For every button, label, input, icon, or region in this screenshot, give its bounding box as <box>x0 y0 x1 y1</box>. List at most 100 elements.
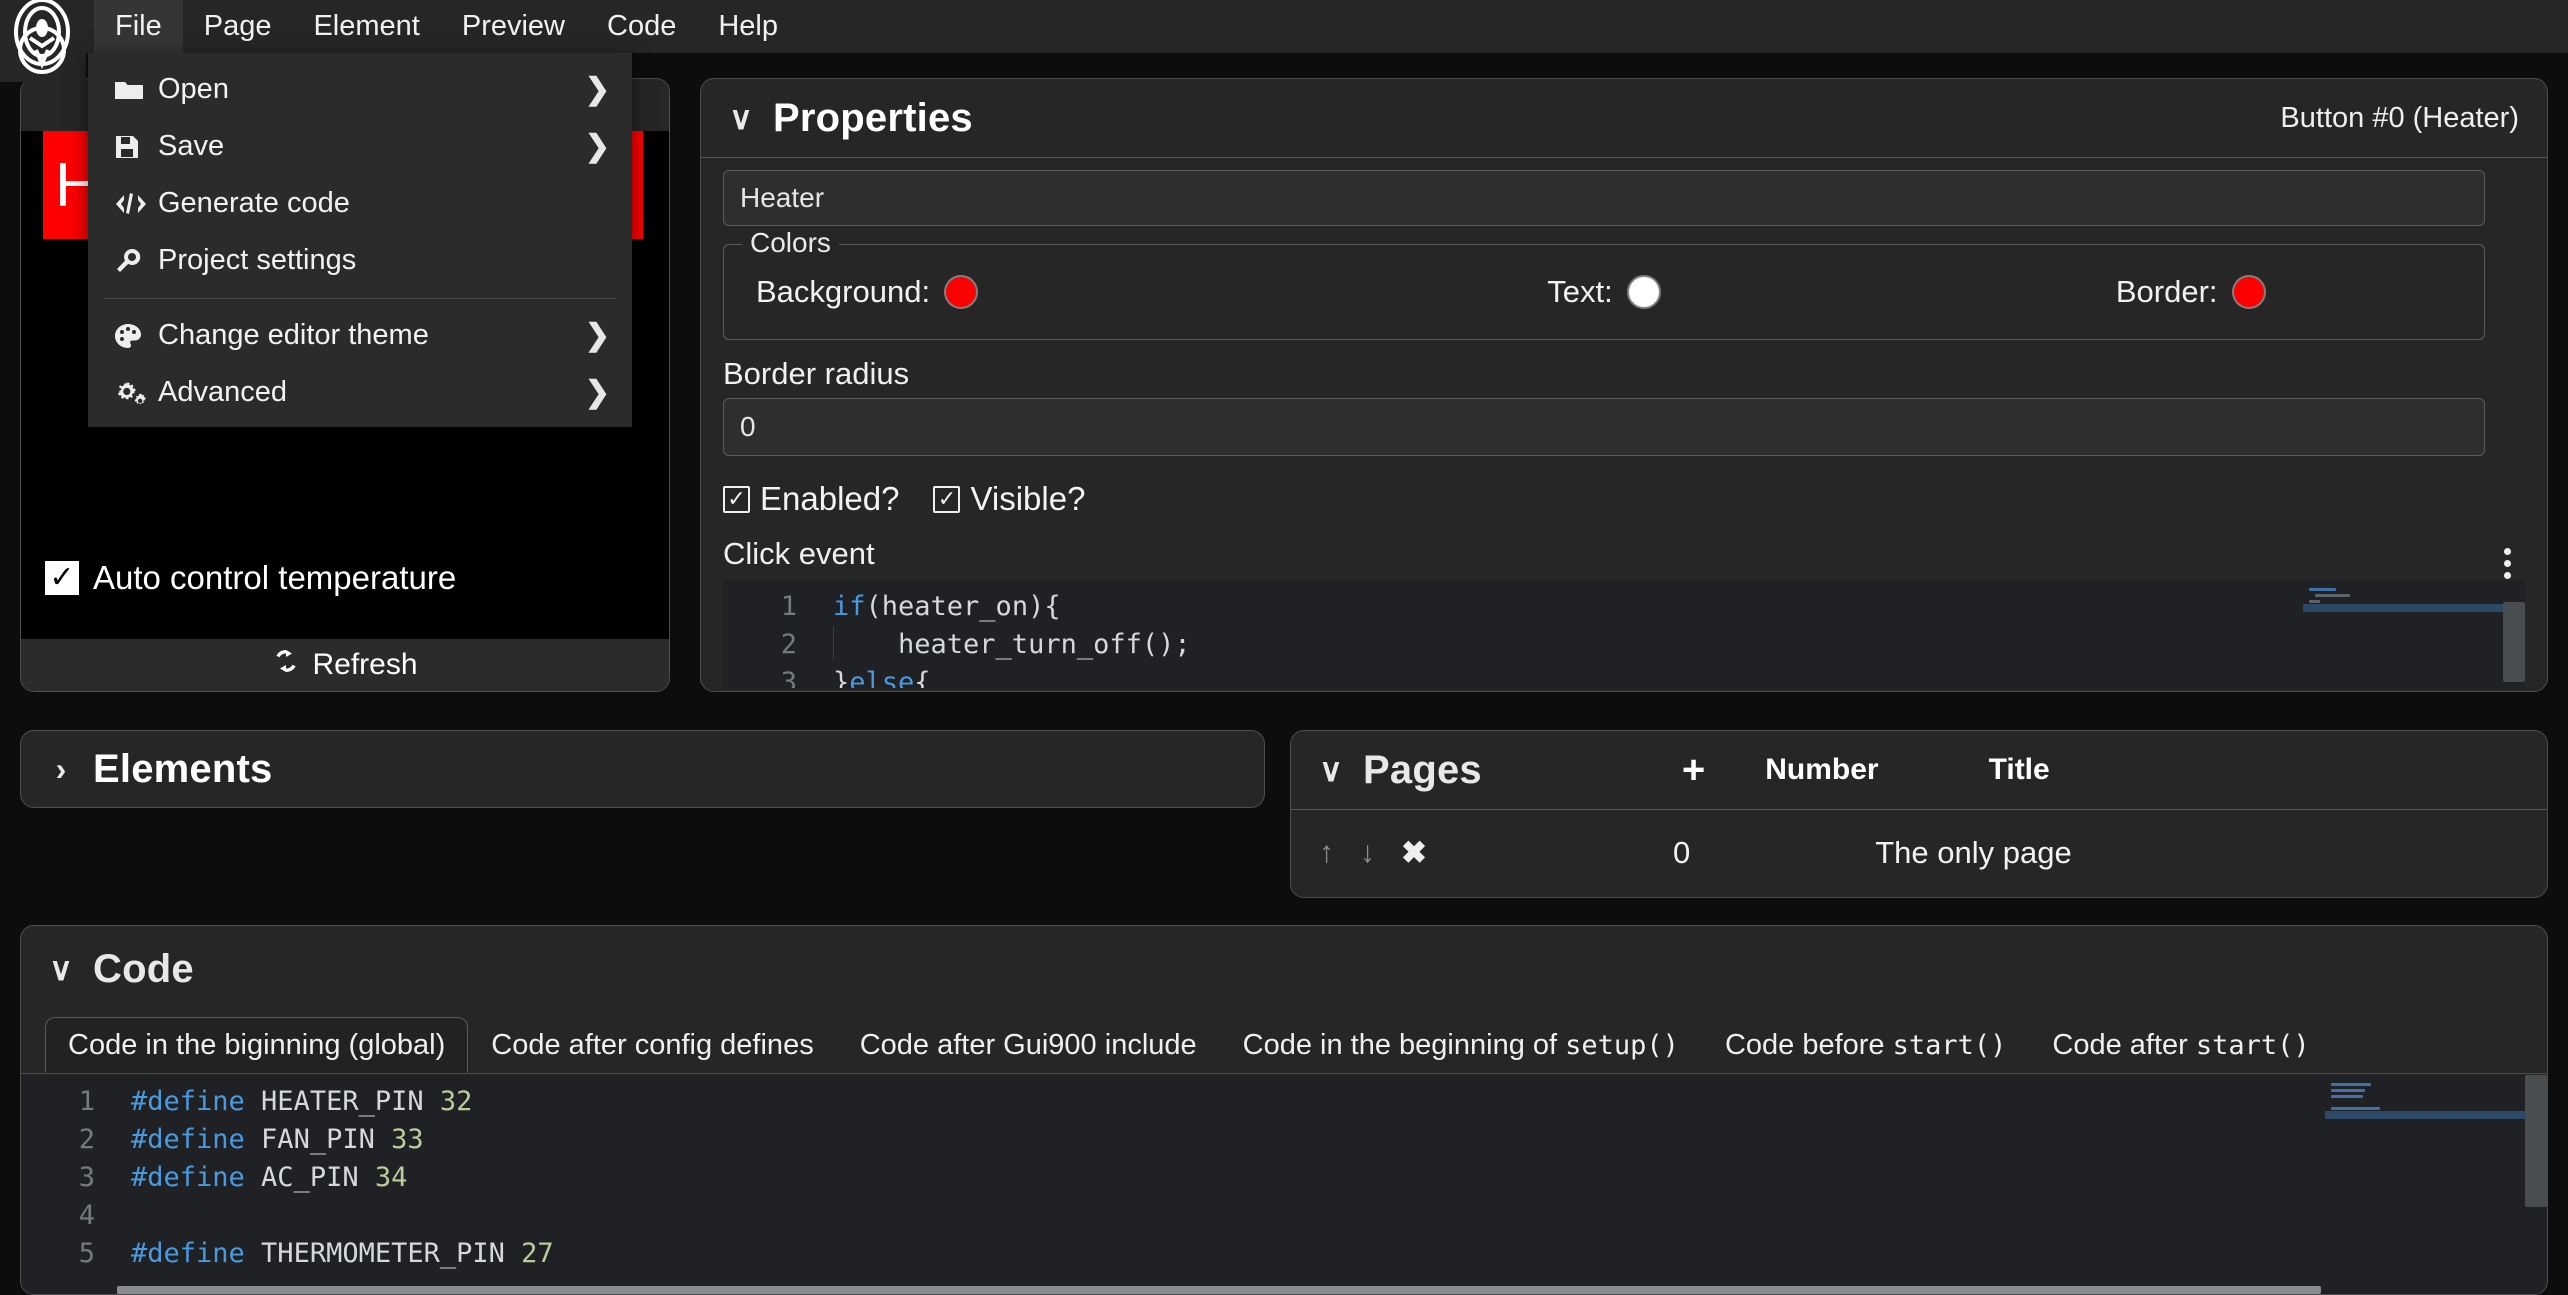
code-line: #define FAN_PIN 33 <box>131 1124 424 1155</box>
menu-code-label: Code <box>607 10 677 42</box>
x-icon[interactable]: ✖ <box>1401 835 1427 871</box>
chevron-down-icon[interactable]: ∨ <box>1319 751 1343 789</box>
code-panel: ∨ Code Code in the biginning (global) Co… <box>20 925 2548 1295</box>
colors-fieldset: Colors Background: Text: Border: <box>723 227 2485 340</box>
tab-code-beginning-of-setup[interactable]: Code in the beginning of setup() <box>1220 1017 1702 1073</box>
code-header: ∨ Code <box>21 926 2547 1012</box>
menu-item-change-editor-theme[interactable]: Change editor theme ❯ <box>88 307 632 364</box>
code-line: #define HEATER_PIN 32 <box>131 1086 473 1117</box>
tab-code-after-config-defines[interactable]: Code after config defines <box>468 1017 836 1073</box>
tab-label: Code after Gui900 include <box>859 1029 1197 1061</box>
border-radius-label: Border radius <box>723 356 910 391</box>
page-title-value[interactable]: The only page <box>1875 835 2071 871</box>
chevron-down-icon[interactable]: ∨ <box>49 950 73 988</box>
more-vertical-icon[interactable] <box>2504 548 2511 579</box>
visible-checkbox[interactable]: ✓ Visible? <box>933 480 1085 518</box>
tab-label: Code after <box>2052 1029 2196 1061</box>
floppy-disk-icon <box>114 134 158 160</box>
line-number: 1 <box>780 591 797 622</box>
menu-item-generate-code[interactable]: Generate code <box>88 175 632 232</box>
line-number: 1 <box>78 1086 95 1117</box>
chevron-right-icon: ❯ <box>584 319 610 352</box>
color-border-label: Border: <box>2115 274 2218 309</box>
code-tab-strip: Code in the biginning (global) Code afte… <box>21 1012 2547 1074</box>
border-radius-input[interactable]: 0 <box>723 398 2485 456</box>
editor-vertical-scrollbar[interactable] <box>2503 602 2525 682</box>
menu-item-project-settings-label: Project settings <box>158 244 357 276</box>
menu-bar: File Page Element Preview Code Help <box>0 0 2568 53</box>
tab-code-after-start[interactable]: Code after start() <box>2029 1017 2332 1073</box>
color-background-swatch[interactable] <box>944 275 979 309</box>
properties-title: Properties <box>773 95 973 140</box>
table-row: ↑ ↓ ✖ 0 The only page <box>1291 809 2547 895</box>
click-event-code-editor[interactable]: 1 2 3 if(heater_on){ heater_turn_off();}el… <box>723 580 2525 688</box>
tab-code-after-gui900-include[interactable]: Code after Gui900 include <box>837 1017 1220 1073</box>
enabled-checkbox[interactable]: ✓ Enabled? <box>723 480 899 518</box>
elements-header[interactable]: › Elements <box>21 731 1264 807</box>
color-text[interactable]: Text: <box>1311 274 1898 310</box>
chevron-right-icon: ❯ <box>584 376 610 409</box>
minimap-selection <box>2325 1111 2525 1119</box>
menu-help[interactable]: Help <box>697 0 799 53</box>
elements-panel[interactable]: › Elements <box>20 730 1265 808</box>
add-page-button[interactable]: + <box>1682 748 1705 793</box>
tab-code-before-start[interactable]: Code before start() <box>1702 1017 2029 1073</box>
editor-vertical-scrollbar[interactable] <box>2525 1075 2547 1207</box>
checkbox-checked-icon: ✓ <box>933 485 961 513</box>
pages-column-number: Number <box>1765 753 1879 786</box>
elements-title: Elements <box>93 746 273 791</box>
menu-file[interactable]: File <box>94 0 183 53</box>
editor-code-content[interactable]: #define HEATER_PIN 32 #define FAN_PIN 33 #… <box>117 1075 2547 1294</box>
editor-code-content[interactable]: if(heater_on){ heater_turn_off();}else{ <box>819 580 2525 688</box>
chevron-right-icon: ❯ <box>584 73 610 106</box>
code-line: heater_turn_off(); <box>833 629 1191 660</box>
menu-help-label: Help <box>718 10 778 42</box>
minimap-line <box>2315 594 2350 597</box>
arrow-up-icon[interactable]: ↑ <box>1319 836 1334 870</box>
menu-preview[interactable]: Preview <box>441 0 586 53</box>
color-border-swatch[interactable] <box>2231 275 2266 309</box>
menu-page[interactable]: Page <box>183 0 293 53</box>
color-background-label: Background: <box>756 274 931 309</box>
menu-item-save-label: Save <box>158 130 225 162</box>
menu-item-open-label: Open <box>158 73 229 105</box>
chevron-down-icon[interactable]: ∨ <box>729 99 753 137</box>
tab-code-beginning-global[interactable]: Code in the biginning (global) <box>45 1017 469 1073</box>
preview-refresh-label: Refresh <box>312 648 418 681</box>
arrow-down-icon[interactable]: ↓ <box>1360 836 1375 870</box>
element-name-input[interactable]: Heater <box>723 170 2485 226</box>
global-code-editor[interactable]: 1 2 3 4 5 #define HEATER_PIN 32 #define FAN_P… <box>21 1075 2547 1294</box>
color-background[interactable]: Background: <box>724 274 1311 310</box>
menu-file-label: File <box>115 10 162 42</box>
chevron-right-icon[interactable]: › <box>49 751 73 788</box>
menu-item-save[interactable]: Save ❯ <box>88 118 632 175</box>
editor-minimap[interactable] <box>2303 580 2503 688</box>
minimap-line <box>2331 1089 2366 1092</box>
refresh-icon <box>272 647 300 683</box>
menu-item-advanced-label: Advanced <box>158 376 287 408</box>
preview-refresh-button[interactable]: Refresh <box>21 639 669 691</box>
menu-element[interactable]: Element <box>292 0 440 53</box>
menu-item-advanced[interactable]: Advanced ❯ <box>88 364 632 421</box>
minimap-line <box>2331 1095 2364 1098</box>
color-text-swatch[interactable] <box>1626 275 1661 309</box>
pages-title: Pages <box>1363 747 1482 792</box>
tab-label: Code in the beginning of <box>1242 1029 1566 1061</box>
wrench-icon <box>114 247 158 275</box>
properties-header: ∨ Properties Button #0 (Heater) <box>701 79 2547 157</box>
color-border[interactable]: Border: <box>1897 274 2484 310</box>
menu-code[interactable]: Code <box>586 0 697 53</box>
indent-guide <box>833 626 834 660</box>
line-number: 2 <box>78 1124 95 1155</box>
palette-icon <box>114 323 158 349</box>
editor-horizontal-scrollbar[interactable] <box>117 1286 2321 1294</box>
minimap-line <box>2309 588 2336 591</box>
visible-checkbox-label: Visible? <box>970 480 1086 517</box>
editor-minimap[interactable] <box>2325 1075 2525 1294</box>
menu-item-open[interactable]: Open ❯ <box>88 61 632 118</box>
line-number: 2 <box>780 629 797 660</box>
menu-item-project-settings[interactable]: Project settings <box>88 232 632 289</box>
preview-auto-control-checkbox[interactable]: ✓ Auto control temperature <box>45 559 456 597</box>
line-number: 3 <box>780 667 797 688</box>
